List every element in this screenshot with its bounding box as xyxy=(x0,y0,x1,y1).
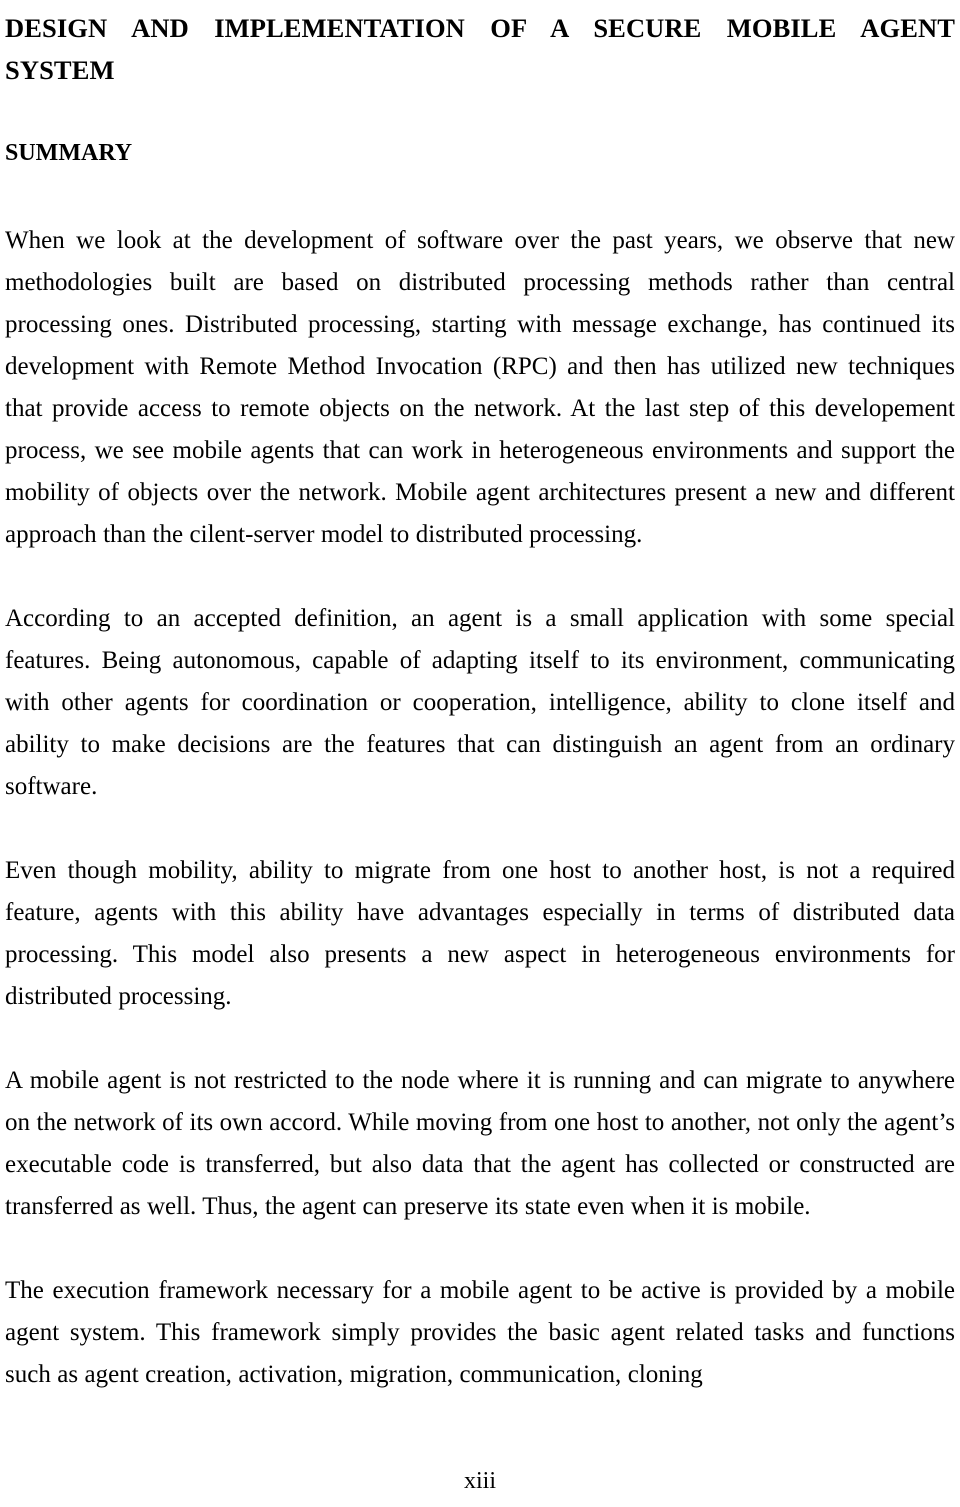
document-title-line-1: DESIGN AND IMPLEMENTATION OF A SECURE MO… xyxy=(5,13,955,43)
paragraph-1: When we look at the development of softw… xyxy=(5,227,955,548)
paragraph-3: Even though mobility, ability to migrate… xyxy=(5,857,955,1010)
page-number: xiii xyxy=(463,1468,496,1494)
document-title-line-2: SYSTEM xyxy=(5,55,115,85)
document-page: DESIGN AND IMPLEMENTATION OF A SECURE MO… xyxy=(0,0,960,1507)
paragraph-5: The execution framework necessary for a … xyxy=(5,1277,955,1388)
paragraph-2: According to an accepted definition, an … xyxy=(5,605,955,800)
summary-body: When we look at the development of softw… xyxy=(5,174,955,1396)
section-heading-summary: SUMMARY xyxy=(5,140,133,166)
paragraph-4: A mobile agent is not restricted to the … xyxy=(5,1067,955,1220)
document-title: DESIGN AND IMPLEMENTATION OF A SECURE MO… xyxy=(5,0,955,91)
page-content: DESIGN AND IMPLEMENTATION OF A SECURE MO… xyxy=(5,0,955,1396)
